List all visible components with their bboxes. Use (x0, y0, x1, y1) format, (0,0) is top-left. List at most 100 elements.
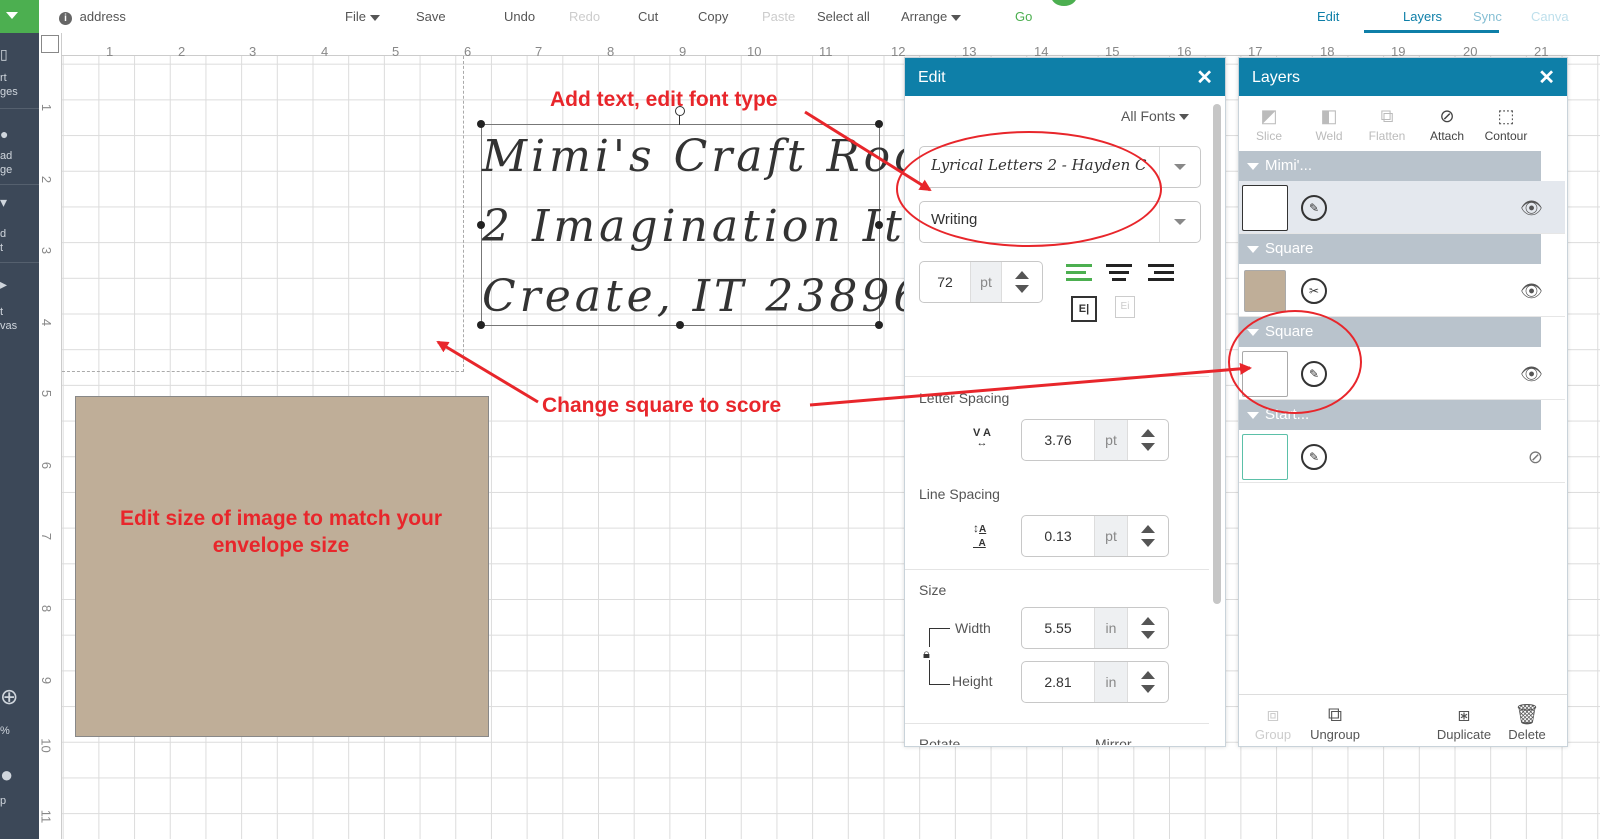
delete-button[interactable]: 🗑︎ Delete (1505, 702, 1549, 742)
line-spacing-spinner[interactable] (1128, 516, 1168, 556)
sidebar-item-label[interactable]: p (0, 795, 6, 808)
layer-row[interactable]: ✎ ⊘ (1239, 430, 1565, 483)
ruler-tick: 9 (679, 44, 687, 59)
sidebar-item-label[interactable]: t (0, 306, 3, 319)
zoom-level: % (0, 725, 10, 737)
sidebar-item-label[interactable]: ge (0, 164, 12, 177)
resize-handle[interactable] (477, 120, 485, 128)
align-left-icon[interactable] (1066, 264, 1092, 281)
selected-text-object[interactable]: Mimi's Craft Room 2 Imagination It Creat… (477, 106, 966, 329)
upload-icon[interactable]: ● (0, 126, 8, 142)
resize-handle[interactable] (477, 221, 485, 229)
resize-handle[interactable] (875, 221, 883, 229)
go-button-icon[interactable] (1051, 0, 1077, 6)
eye-icon[interactable]: 👁︎ (1520, 364, 1543, 385)
layer-group-header[interactable]: Mimi'... (1239, 151, 1541, 181)
attach-icon: ⊘ (1439, 106, 1455, 126)
sidebar-item-label[interactable]: rt (0, 72, 7, 85)
size-label: Size (919, 582, 947, 598)
lock-icon[interactable]: 🔒︎ (923, 647, 935, 660)
ungroup-letters-icon[interactable]: Ei (1115, 296, 1135, 318)
shapes-icon[interactable]: ▯ (0, 46, 8, 63)
resize-handle[interactable] (875, 120, 883, 128)
text-icon[interactable]: ▾ (0, 194, 7, 211)
eye-hidden-icon[interactable]: ⊘ (1528, 447, 1543, 468)
style-dropdown-toggle[interactable] (1159, 202, 1200, 242)
layer-thumbnail (1242, 434, 1288, 480)
project-info[interactable]: i address (59, 9, 126, 25)
layers-panel-header: Layers ✕ (1239, 58, 1567, 96)
new-project-button[interactable] (0, 0, 39, 33)
sidebar-item-label[interactable]: ad (0, 150, 12, 163)
redo-button[interactable]: Redo (569, 9, 600, 24)
font-dropdown-toggle[interactable] (1159, 147, 1200, 187)
letter-spacing-stepper[interactable]: 3.76 pt (1021, 419, 1169, 461)
contour-button[interactable]: ⬚ Contour (1476, 106, 1536, 143)
zoom-in-icon[interactable]: ⊕ (0, 684, 18, 710)
letter-spacing-spinner[interactable] (1128, 420, 1168, 460)
divider (0, 262, 39, 263)
scissors-icon[interactable]: ✂ (1301, 278, 1327, 304)
tab-edit[interactable]: Edit (1317, 9, 1339, 24)
weld-label: Weld (1315, 129, 1343, 143)
paste-button[interactable]: Paste (762, 9, 795, 24)
tab-canvas[interactable]: Canva (1531, 9, 1569, 24)
select-all-button[interactable]: Select all (817, 9, 870, 24)
letter-spacing-edit-icon[interactable]: E| (1071, 296, 1097, 322)
duplicate-button[interactable]: ⧆ Duplicate (1433, 704, 1495, 742)
contour-icon: ⬚ (1497, 106, 1515, 126)
slice-icon: ◩ (1260, 106, 1278, 126)
align-center-icon[interactable] (1106, 264, 1132, 281)
save-button[interactable]: Save (416, 9, 446, 24)
eye-icon[interactable]: 👁︎ (1520, 198, 1543, 219)
resize-handle[interactable] (676, 321, 684, 329)
height-stepper[interactable]: 2.81 in (1021, 661, 1169, 703)
layer-row[interactable]: ✂ 👁︎ (1239, 264, 1565, 317)
ruler-top: 1 2 3 4 5 6 7 8 9 10 11 12 13 14 15 16 1… (39, 33, 1600, 59)
flatten-button[interactable]: ⧉ Flatten (1357, 106, 1417, 143)
sidebar-item-label[interactable]: vas (0, 320, 17, 333)
close-icon[interactable]: ✕ (1196, 65, 1213, 90)
font-size-spinner[interactable] (1002, 262, 1042, 302)
height-spinner[interactable] (1128, 662, 1168, 702)
width-stepper[interactable]: 5.55 in (1021, 607, 1169, 649)
letter-spacing-value: 3.76 (1044, 432, 1072, 448)
align-right-icon[interactable] (1148, 264, 1174, 281)
select-all-checkbox[interactable] (41, 35, 59, 53)
line-spacing-stepper[interactable]: 0.13 pt (1021, 515, 1169, 557)
weld-button[interactable]: ◧ Weld (1299, 106, 1359, 143)
ungroup-button[interactable]: ⧉ Ungroup (1305, 704, 1365, 742)
group-button[interactable]: ⧈ Group (1253, 704, 1293, 742)
copy-button[interactable]: Copy (698, 9, 728, 24)
collapse-icon[interactable] (1247, 246, 1259, 253)
eye-icon[interactable]: 👁︎ (1520, 281, 1543, 302)
write-pen-icon[interactable]: ✎ (1301, 444, 1327, 470)
attach-button[interactable]: ⊘ Attach (1417, 106, 1477, 143)
undo-button[interactable]: Undo (504, 9, 535, 24)
font-size-stepper[interactable]: 72 pt (919, 261, 1043, 303)
scrollbar[interactable] (1213, 104, 1221, 604)
slice-button[interactable]: ◩ Slice (1239, 106, 1299, 143)
envelope-square[interactable] (75, 396, 489, 737)
go-button[interactable]: Go (1015, 9, 1032, 24)
collapse-icon[interactable] (1247, 412, 1259, 419)
close-icon[interactable]: ✕ (1538, 65, 1555, 90)
resize-handle[interactable] (477, 321, 485, 329)
sidebar-item-label[interactable]: d (0, 228, 6, 241)
write-pen-icon[interactable]: ✎ (1301, 195, 1327, 221)
collapse-icon[interactable] (1247, 163, 1259, 170)
sidebar-item-label[interactable]: ges (0, 86, 18, 99)
width-spinner[interactable] (1128, 608, 1168, 648)
sidebar-item-label[interactable]: t (0, 242, 3, 255)
help-icon[interactable]: ● (0, 762, 13, 788)
layer-row[interactable]: ✎ 👁︎ (1239, 181, 1565, 234)
resize-handle[interactable] (875, 321, 883, 329)
arrange-menu[interactable]: Arrange (901, 9, 962, 24)
file-menu[interactable]: File (345, 9, 380, 24)
tab-layers[interactable]: Layers (1403, 9, 1442, 24)
layer-group-header[interactable]: Square (1239, 234, 1541, 264)
canvas-icon[interactable]: ▸ (0, 276, 7, 293)
tab-sync[interactable]: Sync (1473, 9, 1502, 24)
font-filter[interactable]: All Fonts (1121, 108, 1190, 124)
cut-button[interactable]: Cut (638, 9, 658, 24)
